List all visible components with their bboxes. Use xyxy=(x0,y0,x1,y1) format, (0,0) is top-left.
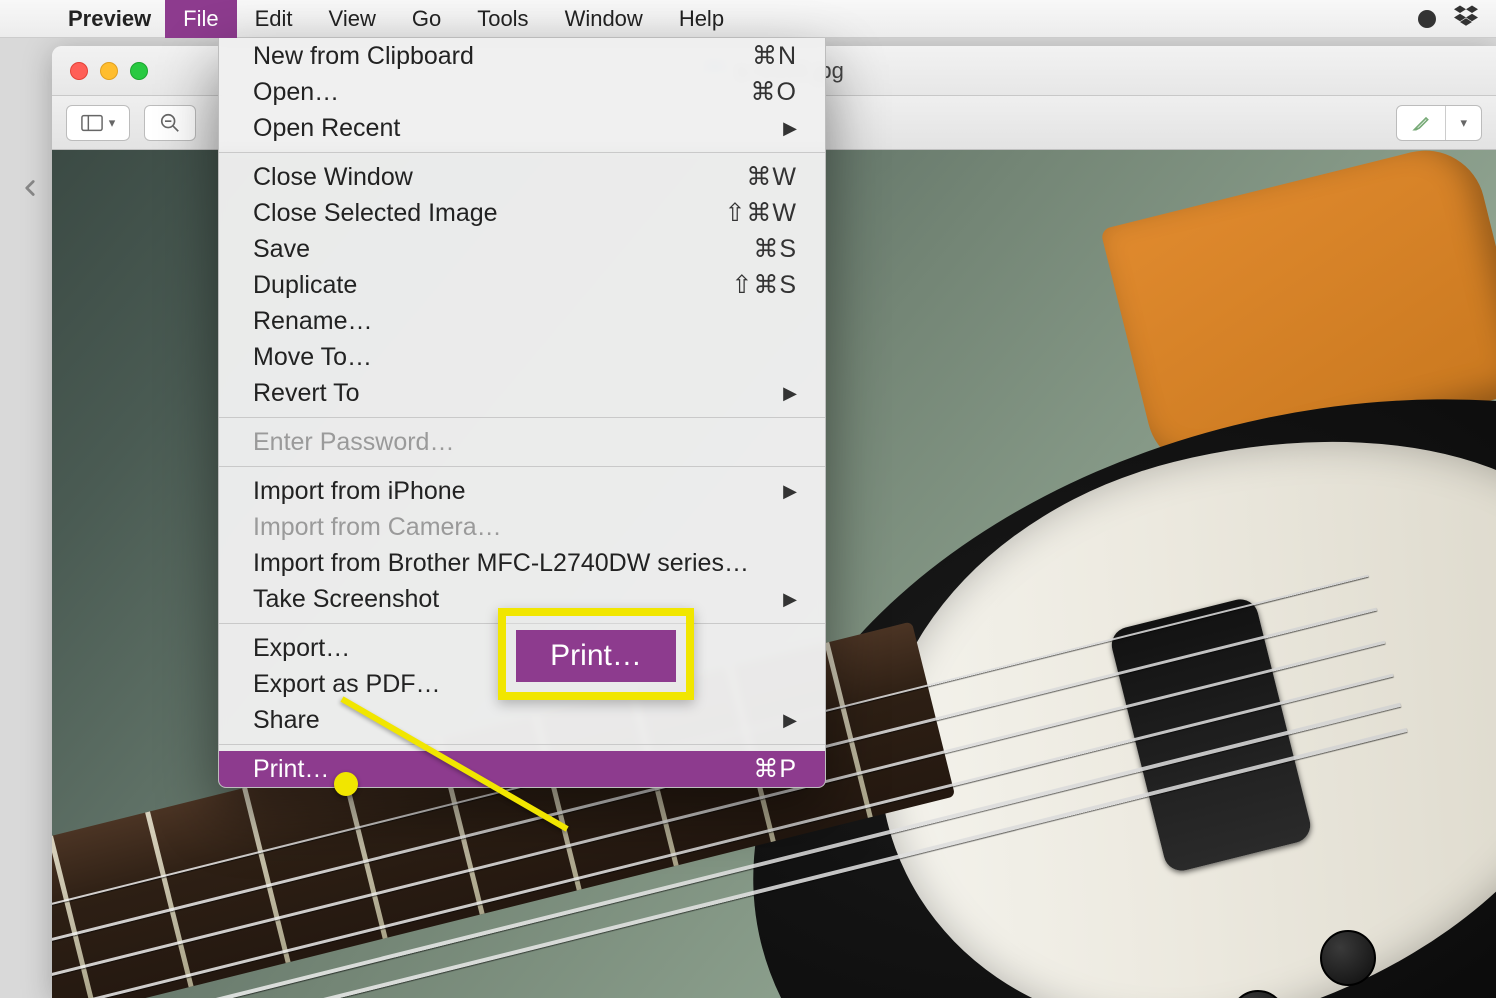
menu-separator xyxy=(219,466,825,467)
dropbox-icon[interactable] xyxy=(1454,5,1478,33)
menu-help[interactable]: Help xyxy=(661,0,742,38)
file-menu-item-revert-to[interactable]: Revert To ▶ xyxy=(219,375,825,411)
menu-item-label: Open Recent xyxy=(253,114,400,143)
sidebar-toggle-button[interactable]: ▾ xyxy=(66,105,130,141)
file-menu-item-rename[interactable]: Rename… xyxy=(219,303,825,339)
app-menu[interactable]: Preview xyxy=(54,6,165,32)
menu-separator xyxy=(219,417,825,418)
menu-item-shortcut: ⌘P xyxy=(753,754,797,784)
menu-item-shortcut: ⌘S xyxy=(753,234,797,264)
menu-item-label: Move To… xyxy=(253,343,372,372)
menu-item-label: Close Selected Image xyxy=(253,199,498,228)
minimize-window-button[interactable] xyxy=(100,62,118,80)
submenu-arrow-icon: ▶ xyxy=(783,589,797,610)
file-menu-item-open-recent[interactable]: Open Recent ▶ xyxy=(219,110,825,146)
menu-item-label: Share xyxy=(253,706,320,735)
submenu-arrow-icon: ▶ xyxy=(783,383,797,404)
menu-edit[interactable]: Edit xyxy=(237,0,311,38)
menu-item-label: Close Window xyxy=(253,163,413,192)
menu-go[interactable]: Go xyxy=(394,0,459,38)
menu-separator xyxy=(219,152,825,153)
file-menu-item-duplicate[interactable]: Duplicate ⇧⌘S xyxy=(219,267,825,303)
zoom-out-button[interactable] xyxy=(144,105,196,141)
file-menu-item-print[interactable]: Print… ⌘P xyxy=(219,751,825,787)
menu-item-label: Open… xyxy=(253,78,339,107)
annotation-callout: Print… xyxy=(498,608,694,700)
menu-item-shortcut: ⌘N xyxy=(752,41,797,71)
markup-button-group: ▾ xyxy=(1396,105,1482,141)
file-menu-item-move-to[interactable]: Move To… xyxy=(219,339,825,375)
chevron-down-icon: ▾ xyxy=(1460,115,1467,131)
submenu-arrow-icon: ▶ xyxy=(783,481,797,502)
close-window-button[interactable] xyxy=(70,62,88,80)
file-menu-item-import-from-brother-mfc-l2740dw-series[interactable]: Import from Brother MFC-L2740DW series… xyxy=(219,545,825,581)
menu-item-label: Rename… xyxy=(253,307,373,336)
picture-region xyxy=(1320,930,1376,986)
menu-file[interactable]: File xyxy=(165,0,236,38)
menu-item-shortcut: ⇧⌘S xyxy=(731,270,797,300)
chevron-down-icon: ▾ xyxy=(109,115,116,131)
submenu-arrow-icon: ▶ xyxy=(783,118,797,139)
file-menu-item-import-from-iphone[interactable]: Import from iPhone ▶ xyxy=(219,473,825,509)
menu-tools[interactable]: Tools xyxy=(459,0,546,38)
menu-window[interactable]: Window xyxy=(547,0,661,38)
menu-view[interactable]: View xyxy=(311,0,394,38)
file-menu-item-open[interactable]: Open… ⌘O xyxy=(219,74,825,110)
menubar: Preview FileEditViewGoToolsWindowHelp xyxy=(0,0,1496,38)
file-menu-item-share[interactable]: Share ▶ xyxy=(219,702,825,738)
file-menu-item-close-window[interactable]: Close Window ⌘W xyxy=(219,159,825,195)
file-menu-item-enter-password: Enter Password… xyxy=(219,424,825,460)
menu-item-label: Take Screenshot xyxy=(253,585,439,614)
file-menu-item-save[interactable]: Save ⌘S xyxy=(219,231,825,267)
menu-item-shortcut: ⌘W xyxy=(746,162,797,192)
window-controls xyxy=(52,62,148,80)
file-menu-item-new-from-clipboard[interactable]: New from Clipboard ⌘N xyxy=(219,38,825,74)
zoom-window-button[interactable] xyxy=(130,62,148,80)
back-arrow-icon xyxy=(0,158,60,218)
annotation-leader-dot xyxy=(334,772,358,796)
menu-item-label: Print… xyxy=(253,755,329,784)
menu-item-label: Export as PDF… xyxy=(253,670,441,699)
highlight-button[interactable] xyxy=(1397,106,1445,140)
menu-item-label: Save xyxy=(253,235,310,264)
menu-item-label: Revert To xyxy=(253,379,360,408)
submenu-arrow-icon: ▶ xyxy=(783,710,797,731)
annotation-callout-label: Print… xyxy=(516,630,676,682)
file-menu-item-import-from-camera: Import from Camera… xyxy=(219,509,825,545)
menu-item-label: Duplicate xyxy=(253,271,357,300)
menu-item-label: New from Clipboard xyxy=(253,42,474,71)
menu-item-shortcut: ⇧⌘W xyxy=(724,198,797,228)
menu-separator xyxy=(219,744,825,745)
menu-item-label: Export… xyxy=(253,634,350,663)
menu-item-shortcut: ⌘O xyxy=(751,77,797,107)
menubar-extra-icon[interactable] xyxy=(1418,10,1436,28)
menu-item-label: Import from iPhone xyxy=(253,477,466,506)
menu-item-label: Enter Password… xyxy=(253,428,454,457)
menu-item-label: Import from Camera… xyxy=(253,513,502,542)
menu-item-label: Import from Brother MFC-L2740DW series… xyxy=(253,549,749,578)
highlight-dropdown-button[interactable]: ▾ xyxy=(1445,106,1481,140)
file-menu-item-close-selected-image[interactable]: Close Selected Image ⇧⌘W xyxy=(219,195,825,231)
